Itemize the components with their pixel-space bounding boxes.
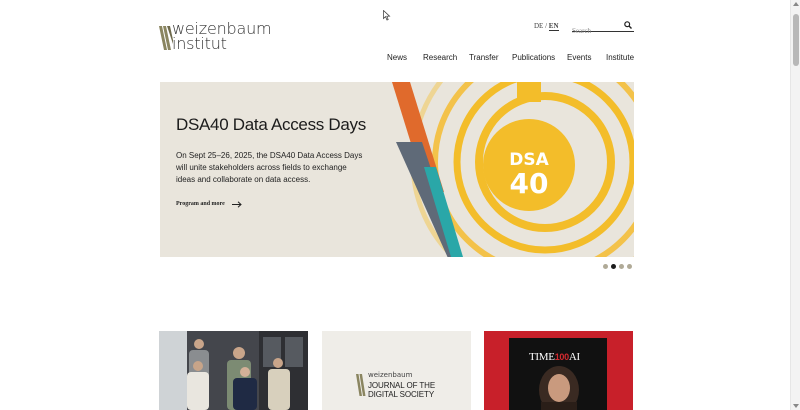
hero-description: On Sept 25–26, 2025, the DSA40 Data Acce… [176,151,363,184]
time-number: 100 [554,352,569,362]
journal-card[interactable]: weizenbaum JOURNAL OF THE DIGITAL SOCIET… [322,331,471,410]
carousel-dots [603,264,635,270]
search-box [572,20,634,37]
lang-separator: / [543,22,549,30]
nav-item-events[interactable]: Events [567,53,591,62]
journal-title-line2: DIGITAL SOCIETY [368,390,435,399]
arrow-right-icon[interactable] [232,201,242,208]
nav-item-transfer[interactable]: Transfer [469,53,499,62]
journal-title-line1: JOURNAL OF THE [368,381,436,390]
scroll-down-arrow-icon[interactable] [793,404,799,408]
carousel-dot-3[interactable] [619,264,624,269]
site-logo[interactable]: weizenbaum institut [159,21,279,54]
main-nav: News Research Transfer Publications Even… [0,53,800,63]
hero-title: DSA40 Data Access Days [176,115,366,134]
journal-brand: weizenbaum [368,371,413,379]
carousel-dot-4[interactable] [627,264,632,269]
time100-card[interactable]: TIME100AI [484,331,633,410]
lang-en-link[interactable]: EN [548,22,559,31]
nav-item-news[interactable]: News [387,53,407,62]
badge-line2: 40 [510,167,549,200]
carousel-dot-1[interactable] [603,264,608,269]
team-photo-card[interactable] [159,331,308,410]
time-title: TIME100AI [529,351,580,363]
carousel-dot-2[interactable] [611,264,616,269]
journal-logo-mark-icon [356,374,366,396]
time-cover: TIME100AI [509,338,607,410]
logo-text: weizenbaum institut [172,21,272,53]
logo-line2: institut [172,34,227,53]
hero-program-link[interactable]: Program and more [176,201,225,207]
language-switcher: DE / EN [534,22,559,31]
nav-item-research[interactable]: Research [423,53,457,62]
logo-mark-icon [159,26,173,50]
lang-de-link[interactable]: DE [534,22,543,30]
search-input[interactable] [572,25,622,37]
mouse-cursor-icon [383,10,391,21]
cover-portrait [539,366,579,410]
team-photo [159,331,308,410]
nav-item-publications[interactable]: Publications [512,53,555,62]
time-ai: AI [568,351,580,363]
nav-item-institute[interactable]: Institute [606,53,634,62]
search-icon[interactable] [624,21,632,29]
scroll-up-arrow-icon[interactable] [793,2,799,6]
hero-slide: DSA 40 DSA40 Data Access Days On Sept 25… [160,82,634,257]
time-word: TIME [529,351,555,363]
